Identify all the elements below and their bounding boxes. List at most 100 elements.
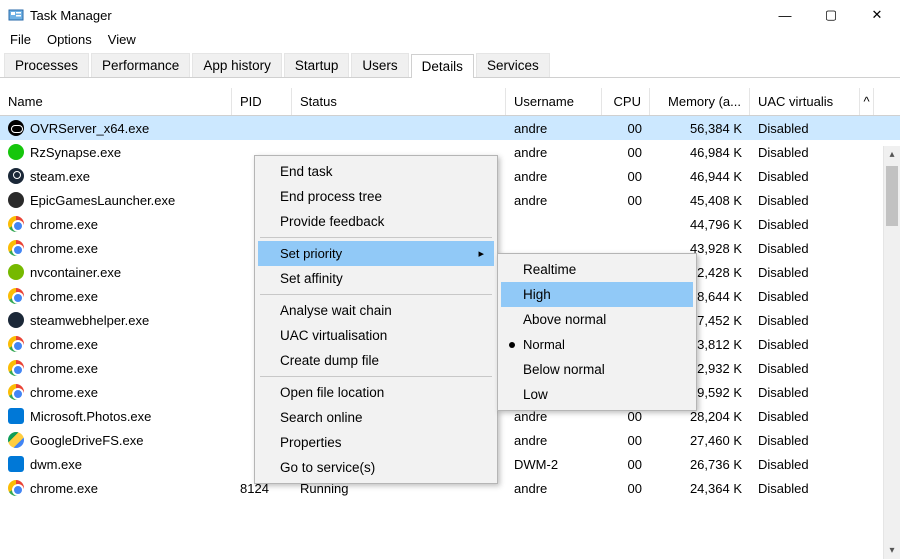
process-uac: Disabled <box>750 337 860 352</box>
menu-properties[interactable]: Properties <box>258 430 494 455</box>
process-name: chrome.exe <box>30 337 98 352</box>
process-icon <box>8 336 24 352</box>
process-icon <box>8 360 24 376</box>
menu-analyse-wait-chain[interactable]: Analyse wait chain <box>258 298 494 323</box>
priority-submenu: Realtime High Above normal Normal Below … <box>497 253 697 411</box>
process-icon <box>8 144 24 160</box>
process-uac: Disabled <box>750 433 860 448</box>
menu-file[interactable]: File <box>10 32 31 47</box>
process-uac: Disabled <box>750 145 860 160</box>
process-name: chrome.exe <box>30 481 98 496</box>
priority-above-normal[interactable]: Above normal <box>501 307 693 332</box>
process-name: chrome.exe <box>30 385 98 400</box>
menu-uac-virtualisation[interactable]: UAC virtualisation <box>258 323 494 348</box>
menu-bar: File Options View <box>0 30 900 53</box>
process-cpu: 00 <box>602 169 650 184</box>
menu-options[interactable]: Options <box>47 32 92 47</box>
process-name: OVRServer_x64.exe <box>30 121 149 136</box>
process-icon <box>8 120 24 136</box>
process-icon <box>8 432 24 448</box>
column-username[interactable]: Username <box>506 88 602 115</box>
menu-set-affinity[interactable]: Set affinity <box>258 266 494 291</box>
process-uac: Disabled <box>750 385 860 400</box>
process-icon <box>8 408 24 424</box>
menu-end-task[interactable]: End task <box>258 159 494 184</box>
menu-separator <box>260 294 492 295</box>
process-cpu: 00 <box>602 145 650 160</box>
process-uac: Disabled <box>750 265 860 280</box>
process-name: Microsoft.Photos.exe <box>30 409 151 424</box>
process-username: andre <box>506 169 602 184</box>
scroll-down-icon[interactable]: ▾ <box>884 542 900 559</box>
priority-normal[interactable]: Normal <box>501 332 693 357</box>
process-uac: Disabled <box>750 169 860 184</box>
close-button[interactable]: ✕ <box>854 0 900 30</box>
menu-provide-feedback[interactable]: Provide feedback <box>258 209 494 234</box>
priority-high[interactable]: High <box>501 282 693 307</box>
process-username: andre <box>506 145 602 160</box>
process-name: steam.exe <box>30 169 90 184</box>
process-name: EpicGamesLauncher.exe <box>30 193 175 208</box>
process-username: DWM-2 <box>506 457 602 472</box>
priority-below-normal[interactable]: Below normal <box>501 357 693 382</box>
tab-app-history[interactable]: App history <box>192 53 282 77</box>
process-memory: 26,736 K <box>650 457 750 472</box>
column-caret-icon[interactable]: ^ <box>860 88 874 115</box>
process-icon <box>8 240 24 256</box>
process-name: chrome.exe <box>30 217 98 232</box>
table-row[interactable]: OVRServer_x64.exeandre0056,384 KDisabled <box>0 116 900 140</box>
process-uac: Disabled <box>750 313 860 328</box>
column-uac[interactable]: UAC virtualis <box>750 88 860 115</box>
process-name: dwm.exe <box>30 457 82 472</box>
tab-strip: Processes Performance App history Startu… <box>0 53 900 78</box>
process-name: chrome.exe <box>30 241 98 256</box>
process-username: andre <box>506 433 602 448</box>
vertical-scrollbar[interactable]: ▴ ▾ <box>883 146 900 559</box>
grid-header: Name PID Status Username CPU Memory (a..… <box>0 88 900 116</box>
process-memory: 27,460 K <box>650 433 750 448</box>
column-status[interactable]: Status <box>292 88 506 115</box>
menu-search-online[interactable]: Search online <box>258 405 494 430</box>
process-icon <box>8 264 24 280</box>
column-memory[interactable]: Memory (a... <box>650 88 750 115</box>
process-uac: Disabled <box>750 193 860 208</box>
column-cpu[interactable]: CPU <box>602 88 650 115</box>
column-name[interactable]: Name <box>0 88 232 115</box>
menu-end-process-tree[interactable]: End process tree <box>258 184 494 209</box>
process-memory: 45,408 K <box>650 193 750 208</box>
priority-realtime[interactable]: Realtime <box>501 257 693 282</box>
column-pid[interactable]: PID <box>232 88 292 115</box>
priority-low[interactable]: Low <box>501 382 693 407</box>
tab-services[interactable]: Services <box>476 53 550 77</box>
process-cpu: 00 <box>602 193 650 208</box>
process-name: nvcontainer.exe <box>30 265 121 280</box>
scroll-thumb[interactable] <box>886 166 898 226</box>
process-icon <box>8 456 24 472</box>
process-icon <box>8 480 24 496</box>
menu-set-priority[interactable]: Set priority ▸ <box>258 241 494 266</box>
maximize-button[interactable]: ▢ <box>808 0 854 30</box>
priority-normal-label: Normal <box>523 337 565 352</box>
tab-processes[interactable]: Processes <box>4 53 89 77</box>
process-uac: Disabled <box>750 121 860 136</box>
tab-details[interactable]: Details <box>411 54 474 78</box>
scroll-up-icon[interactable]: ▴ <box>884 146 900 163</box>
process-username: andre <box>506 193 602 208</box>
minimize-button[interactable]: — <box>762 0 808 30</box>
tab-performance[interactable]: Performance <box>91 53 190 77</box>
process-icon <box>8 288 24 304</box>
process-memory: 46,944 K <box>650 169 750 184</box>
process-uac: Disabled <box>750 457 860 472</box>
process-icon <box>8 384 24 400</box>
tab-users[interactable]: Users <box>351 53 408 77</box>
menu-open-file-location[interactable]: Open file location <box>258 380 494 405</box>
menu-view[interactable]: View <box>108 32 136 47</box>
window-title: Task Manager <box>30 8 112 23</box>
tab-startup[interactable]: Startup <box>284 53 350 77</box>
process-uac: Disabled <box>750 481 860 496</box>
process-icon <box>8 312 24 328</box>
menu-go-to-services[interactable]: Go to service(s) <box>258 455 494 480</box>
menu-create-dump-file[interactable]: Create dump file <box>258 348 494 373</box>
menu-set-priority-label: Set priority <box>280 246 342 261</box>
process-name: chrome.exe <box>30 289 98 304</box>
